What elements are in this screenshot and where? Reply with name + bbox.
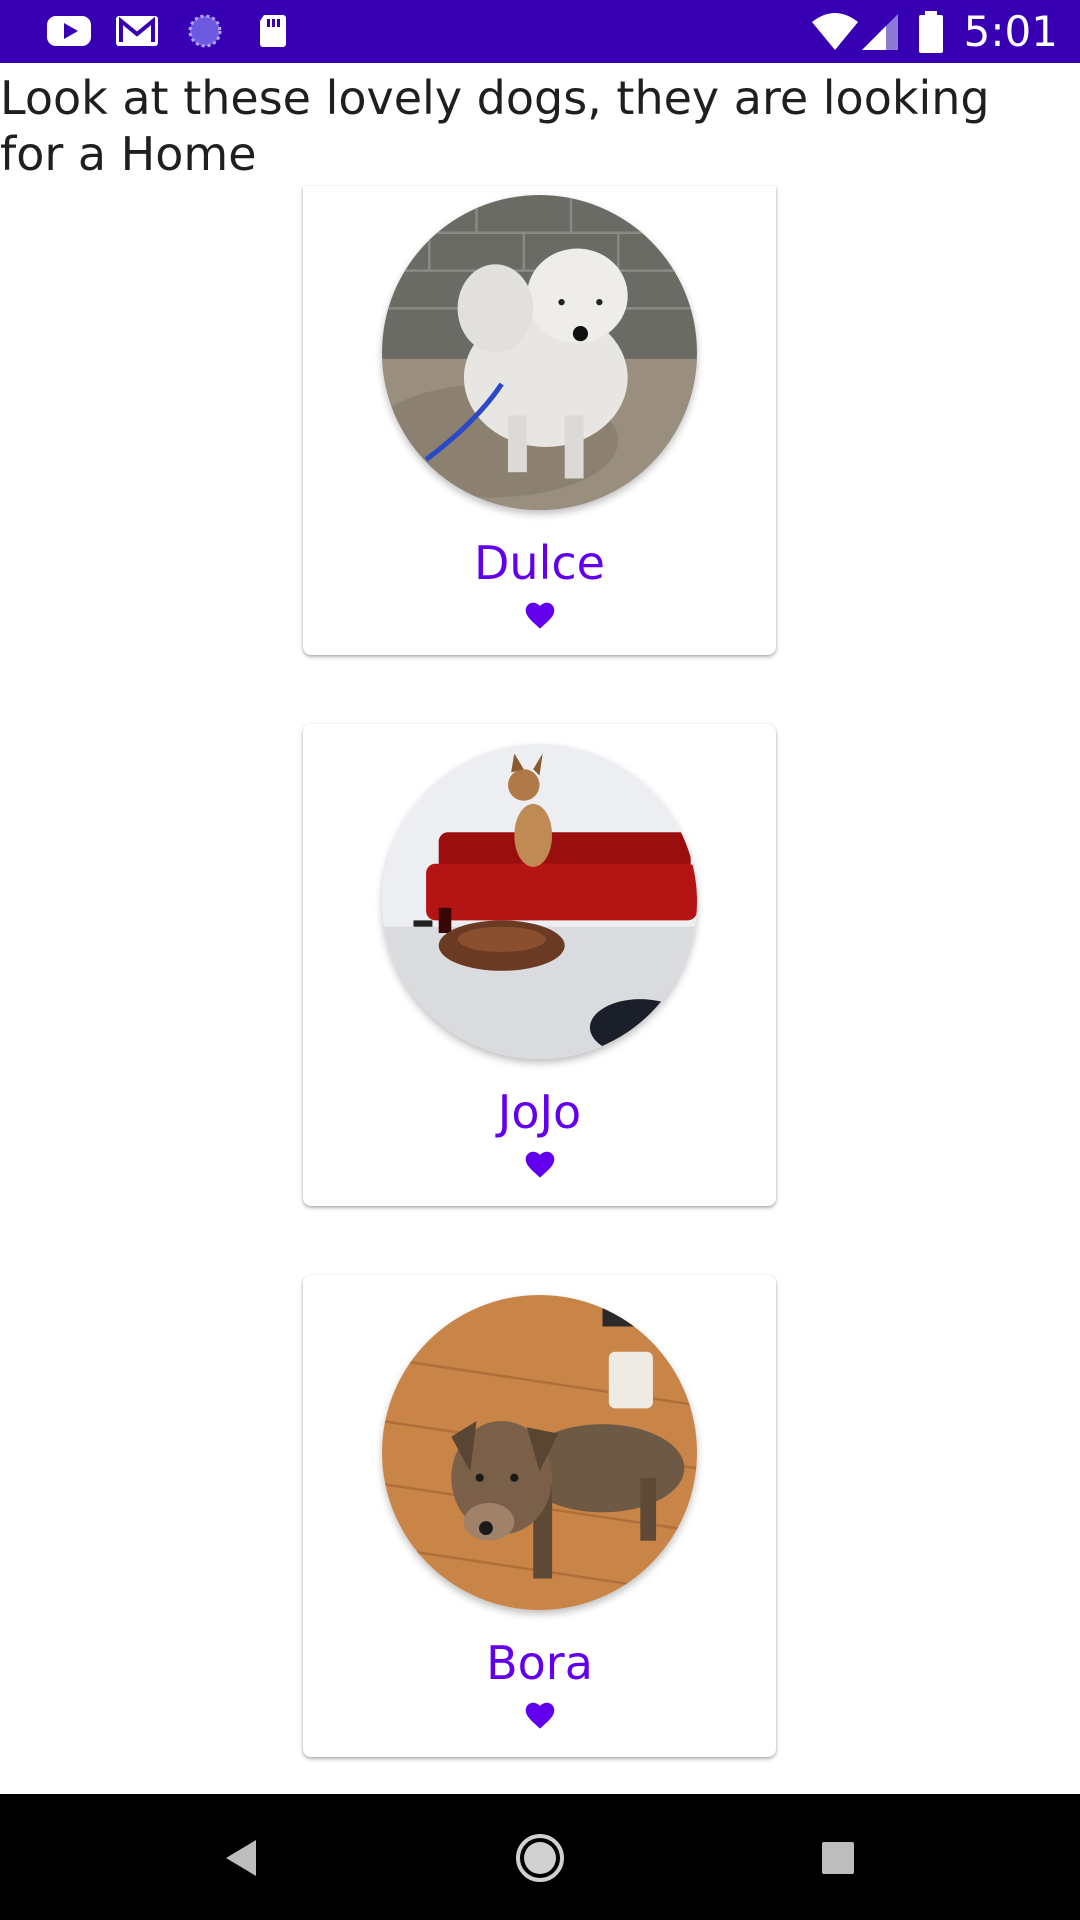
status-bar: 5:01 (0, 0, 1080, 63)
dog-photo-bora (382, 1295, 697, 1610)
sd-card-icon (260, 15, 286, 47)
dog-name: Dulce (474, 536, 605, 590)
page-title: Look at these lovely dogs, they are look… (0, 71, 990, 181)
dog-name: JoJo (497, 1085, 582, 1139)
dog-card-bora[interactable]: Bora (303, 1275, 776, 1757)
dog-photo-dulce (382, 195, 697, 510)
signal-icon (861, 13, 898, 50)
system-icons: 5:01 (810, 0, 1080, 63)
back-icon[interactable] (212, 1828, 272, 1888)
battery-icon (918, 10, 943, 53)
dog-photo-jojo (382, 744, 697, 1059)
dog-card-dulce[interactable]: Dulce (303, 186, 776, 655)
gmail-icon (116, 16, 158, 46)
dog-name: Bora (486, 1636, 593, 1690)
youtube-icon (47, 16, 91, 46)
dog-card-jojo[interactable]: JoJo (303, 724, 776, 1206)
home-icon[interactable] (510, 1828, 570, 1888)
navigation-bar (0, 1794, 1080, 1920)
notification-icons (46, 12, 296, 50)
heart-icon[interactable] (523, 1149, 557, 1179)
sync-icon (188, 14, 222, 48)
heart-icon[interactable] (523, 600, 557, 630)
clock: 5:01 (963, 7, 1058, 56)
heart-icon[interactable] (523, 1700, 557, 1730)
recents-icon[interactable] (808, 1828, 868, 1888)
wifi-icon (811, 12, 858, 50)
